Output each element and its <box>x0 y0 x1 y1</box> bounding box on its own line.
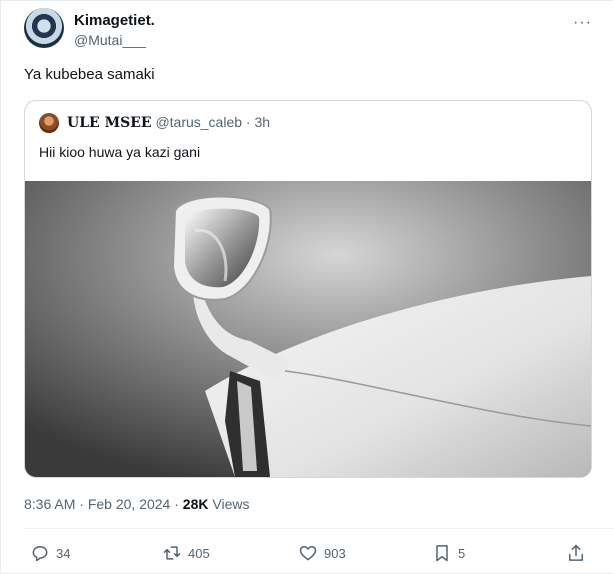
share-button[interactable] <box>566 538 586 568</box>
divider <box>24 528 614 529</box>
action-bar: 34 405 903 5 <box>0 538 614 568</box>
retweet-icon <box>163 546 181 560</box>
quoted-time[interactable]: 3h <box>254 114 270 130</box>
quoted-text: Hii kioo huwa ya kazi gani <box>39 144 201 160</box>
author-handle[interactable]: @Mutai___ <box>74 32 146 48</box>
quoted-image[interactable] <box>25 181 591 477</box>
meta-separator: · <box>79 496 84 512</box>
author-name[interactable]: Kimagetiet. <box>74 12 155 29</box>
tweet-meta: 8:36 AM · Feb 20, 2024 · 28K Views <box>24 496 249 512</box>
like-button[interactable]: 903 <box>298 538 346 568</box>
like-icon <box>299 546 317 561</box>
quoted-separator: · <box>245 114 251 130</box>
tweet-time[interactable]: 8:36 AM <box>24 496 75 512</box>
retweet-count: 405 <box>188 545 210 561</box>
reply-button[interactable]: 34 <box>30 538 70 568</box>
reply-count: 34 <box>56 545 71 561</box>
views-count: 28K <box>182 496 209 512</box>
quoted-header: ULE MSEE @tarus_caleb · 3h <box>67 114 270 131</box>
quoted-tweet[interactable]: ULE MSEE @tarus_caleb · 3h Hii kioo huwa… <box>24 100 592 478</box>
views-label: Views <box>212 496 250 512</box>
author-avatar[interactable] <box>24 8 64 48</box>
quoted-handle[interactable]: @tarus_caleb <box>155 114 242 130</box>
quoted-name[interactable]: ULE MSEE <box>67 115 152 131</box>
share-icon <box>569 544 583 561</box>
meta-separator-2: · <box>174 496 179 512</box>
quoted-avatar[interactable] <box>39 113 59 133</box>
reply-icon <box>32 546 48 562</box>
like-count: 903 <box>324 545 346 561</box>
tweet-text: Ya kubebea samaki <box>24 66 155 83</box>
bookmark-count: 5 <box>458 545 466 561</box>
bookmark-icon <box>436 545 448 562</box>
bookmark-button[interactable]: 5 <box>432 538 465 568</box>
tweet-date[interactable]: Feb 20, 2024 <box>88 496 171 512</box>
retweet-button[interactable]: 405 <box>162 538 210 568</box>
more-icon[interactable]: ··· <box>573 14 592 32</box>
